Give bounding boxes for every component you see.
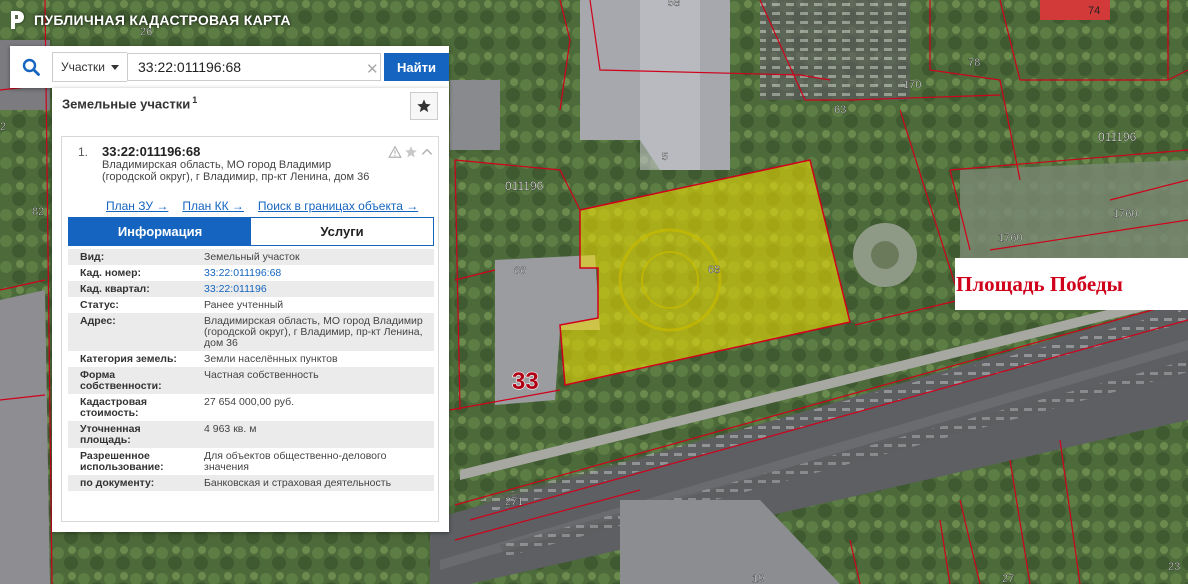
info-value: Ранее учтенный <box>204 299 284 311</box>
parcel-label: 011196 <box>1098 130 1137 144</box>
panel-title: Земельные участки 1 <box>62 95 197 111</box>
info-row: Кад. номер: 33:22:011196:68 <box>68 265 434 281</box>
result-card[interactable]: 1. 33:22:011196:68 Владимирская область,… <box>61 136 439 522</box>
info-row: Кад. квартал: 33:22:011196 <box>68 281 434 297</box>
info-key: Кад. номер: <box>80 267 142 279</box>
parcel-label: 19 <box>752 573 764 584</box>
parcel-label: 68 <box>708 264 720 276</box>
result-tabs: Информация Услуги <box>68 217 434 246</box>
parcel-label: 27 <box>1002 573 1014 584</box>
info-key: Кад. квартал: <box>80 283 150 295</box>
star-icon <box>417 99 431 113</box>
info-row: Уточненная площадь: 4 963 кв. м <box>68 421 434 448</box>
result-address: Владимирская область, МО город Владимир … <box>102 159 370 183</box>
tab-information[interactable]: Информация <box>69 218 251 245</box>
info-table: Вид: Земельный участок Кад. номер: 33:22:01… <box>68 249 434 491</box>
warning-icon[interactable] <box>388 145 402 159</box>
star-icon[interactable] <box>404 145 418 159</box>
tab-services[interactable]: Услуги <box>251 218 433 245</box>
panel-title-text: Земельные участки <box>62 96 191 112</box>
object-type-select[interactable]: Участки <box>52 52 127 82</box>
info-row: Кадастровая стоимость: 27 654 000,00 руб. <box>68 394 434 421</box>
search-input[interactable] <box>127 53 381 81</box>
app-header: ПУБЛИЧНАЯ КАДАСТРОВАЯ КАРТА <box>0 0 291 40</box>
info-key: Уточненная площадь: <box>80 423 141 446</box>
info-row: Форма собственности: Частная собственност… <box>68 367 434 394</box>
parcel-label: 1760 <box>1113 208 1137 220</box>
info-value: Земли населённых пунктов <box>204 353 338 365</box>
parcel-label: 1760 <box>998 232 1022 244</box>
info-key: по документу: <box>80 477 155 489</box>
result-links: План ЗУ → План КК → Поиск в границах объ… <box>106 199 418 213</box>
parcel-label: 170 <box>903 79 921 91</box>
parcel-label: 5 <box>662 151 668 163</box>
result-cad-number: 33:22:011196:68 <box>102 144 201 159</box>
parcel-label: 271 <box>505 496 523 508</box>
card-actions <box>388 145 434 159</box>
search-in-bounds-link[interactable]: Поиск в границах объекта → <box>258 199 418 213</box>
parcel-label: 23 <box>1168 561 1180 573</box>
parcel-label: 78 <box>968 57 980 69</box>
info-value: 27 654 000,00 руб. <box>204 396 295 408</box>
info-value: Земельный участок <box>204 251 300 263</box>
plan-kk-link[interactable]: План КК → <box>182 199 244 213</box>
info-value: 4 963 кв. м <box>204 423 257 435</box>
parcel-label: 82 <box>32 206 44 218</box>
parcel-label: 63 <box>834 104 846 116</box>
object-type-label: Участки <box>61 60 105 74</box>
info-key: Вид: <box>80 251 105 263</box>
app-title: ПУБЛИЧНАЯ КАДАСТРОВАЯ КАРТА <box>34 12 291 28</box>
result-index: 1. <box>78 145 89 159</box>
quarter-label: 33 <box>512 368 539 395</box>
favorites-button[interactable] <box>410 92 438 120</box>
info-key: Кадастровая стоимость: <box>80 396 147 419</box>
results-panel: Земельные участки 1 1. 33:22:011196:68 Вл… <box>52 88 449 532</box>
info-value: Частная собственность <box>204 369 319 381</box>
info-row: по документу: Банковская и страховая деят… <box>68 475 434 491</box>
search-icon <box>22 58 40 76</box>
parcel-label: 011196 <box>505 179 544 193</box>
find-button[interactable]: Найти <box>384 53 449 81</box>
info-value[interactable]: 33:22:011196 <box>192 281 434 297</box>
info-value[interactable]: 33:22:011196:68 <box>192 265 434 281</box>
search-button[interactable] <box>10 46 52 88</box>
plan-zu-link[interactable]: План ЗУ → <box>106 199 168 213</box>
info-row: Категория земель: Земли населённых пункто… <box>68 351 434 367</box>
info-value: Для объектов общественно-делового значен… <box>204 450 387 473</box>
info-key: Разрешенное использование: <box>80 450 164 473</box>
search-bar: Участки ✕ Найти <box>10 46 449 88</box>
info-key: Форма собственности: <box>80 369 162 392</box>
info-row: Адрес: Владимирская область, МО город Вла… <box>68 313 434 351</box>
info-row: Статус: Ранее учтенный <box>68 297 434 313</box>
parcel-label: 74 <box>1088 5 1100 17</box>
results-count: 1 <box>192 95 198 105</box>
parcel-label: 66 <box>514 265 526 277</box>
place-label: Площадь Победы <box>955 258 1188 310</box>
info-key: Статус: <box>80 299 119 311</box>
clear-icon[interactable]: ✕ <box>366 60 379 78</box>
info-key: Категория земель: <box>80 353 177 365</box>
place-label-text: Площадь Победы <box>956 271 1123 296</box>
pkk-logo-icon[interactable] <box>8 9 26 31</box>
info-row: Вид: Земельный участок <box>68 249 434 265</box>
info-value: Владимирская область, МО город Владимир … <box>204 315 423 349</box>
info-key: Адрес: <box>80 315 116 327</box>
info-row: Разрешенное использование: Для объектов о… <box>68 448 434 475</box>
parcel-label: 58 <box>668 0 680 9</box>
info-value: Банковская и страховая деятельность <box>204 477 392 489</box>
chevron-down-icon <box>111 64 119 70</box>
chevron-up-icon[interactable] <box>420 145 434 159</box>
parcel-label: 2 <box>0 121 6 133</box>
